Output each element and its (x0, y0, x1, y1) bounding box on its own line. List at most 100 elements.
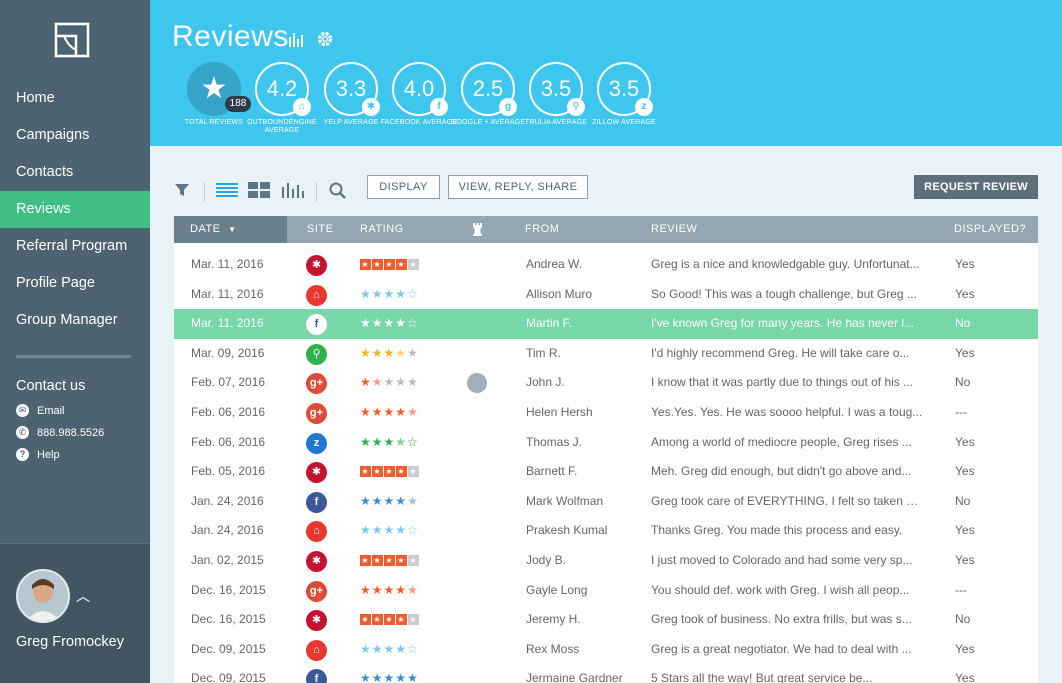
yelp-icon: ✱ (306, 610, 327, 632)
star-icon: ★ (395, 523, 408, 538)
star-icon: ☆ (407, 286, 419, 301)
table-row[interactable]: Feb. 06, 2016 z ★★★★☆ Thomas J. Among a worl… (174, 428, 1038, 458)
phone-link[interactable]: ✆ 888.988.5526 (16, 426, 104, 439)
displayed-status: No (955, 493, 971, 508)
filter-icon[interactable] (174, 182, 190, 198)
facebook-icon: f (306, 669, 327, 683)
review-excerpt[interactable]: I know that it was partly due to things … (651, 368, 923, 398)
stat-zillow-average[interactable]: 3.5 z ZILLOW AVERAGE (584, 62, 664, 127)
rook-icon (473, 223, 482, 236)
sidebar-item-referral-program[interactable]: Referral Program (0, 228, 150, 265)
review-excerpt[interactable]: I just moved to Colorado and had some ve… (651, 546, 923, 576)
chevron-up-icon[interactable]: ︿ (76, 586, 90, 606)
table-row[interactable]: Dec. 16, 2015 g+ ★★★★★ Gayle Long You should… (174, 576, 1038, 606)
page-title: Reviews (172, 20, 289, 53)
list-view-icon[interactable] (216, 182, 238, 198)
rating-column-header[interactable]: RATING (360, 216, 404, 243)
star-icon: ★ (395, 286, 408, 301)
table-row[interactable]: Jan. 24, 2016 ⌂ ★★★★☆ Prakesh Kumal Thanks G… (174, 516, 1038, 546)
table-row[interactable]: Feb. 07, 2016 g+ ★★★★★ John J. I know that i… (174, 368, 1038, 398)
review-excerpt[interactable]: I've known Greg for many years. He has n… (651, 309, 923, 339)
rating-box-icon: ★ (396, 614, 407, 626)
table-row[interactable]: Dec. 09, 2015 ⌂ ★★★★☆ Rex Moss Greg is a gre… (174, 635, 1038, 665)
view-reply-share-button[interactable]: VIEW, REPLY, SHARE (448, 175, 588, 199)
from-column-header[interactable]: FROM (525, 216, 559, 243)
sidebar-item-campaigns[interactable]: Campaigns (0, 117, 150, 154)
date-column-header[interactable]: DATE ▼ (174, 216, 287, 243)
star-icon: ☆ (407, 641, 419, 656)
site-column-header[interactable]: SITE (307, 216, 333, 243)
displayed-status: Yes (955, 345, 975, 360)
table-row[interactable]: Mar. 09, 2016 ⚲ ★★★★★ Tim R. I'd highly reco… (174, 339, 1038, 369)
review-excerpt[interactable]: Thanks Greg. You made this process and e… (651, 516, 923, 546)
star-icon: ★ (383, 286, 396, 301)
review-excerpt[interactable]: Greg took care of EVERYTHING. I felt so … (651, 487, 923, 517)
table-row[interactable]: Jan. 24, 2016 f ★★★★★ Mark Wolfman Greg took… (174, 487, 1038, 517)
review-excerpt[interactable]: Greg is a nice and knowledgable guy. Unf… (651, 250, 923, 280)
stat-circle: ★ 188 (187, 62, 251, 116)
table-row[interactable]: Feb. 05, 2016 ✱ ★ ★ ★ ★ ★ Barnett F. Meh. Greg d… (174, 457, 1038, 487)
review-excerpt[interactable]: I'd highly recommend Greg. He will take … (651, 339, 923, 369)
display-button[interactable]: DISPLAY (367, 175, 440, 199)
displayed-column-header[interactable]: DISPLAYED? (954, 216, 1026, 243)
reviewer-name: Barnett F. (526, 464, 578, 479)
table-row[interactable]: Mar. 11, 2016 ✱ ★ ★ ★ ★ ★ Andrea W. Greg is a ni… (174, 250, 1038, 280)
star-icon: ★ (383, 345, 396, 360)
yelp-icon: ✱ (306, 550, 327, 572)
star-icon: ★ (371, 493, 384, 508)
sidebar-item-contacts[interactable]: Contacts (0, 154, 150, 191)
star-rating: ★★★★☆ (360, 428, 419, 458)
review-column-header[interactable]: REVIEW (651, 216, 697, 243)
review-excerpt[interactable]: You should def. work with Greg. I wish a… (651, 576, 923, 606)
toolbar-divider (204, 182, 205, 202)
table-row[interactable]: Jan. 02, 2015 ✱ ★ ★ ★ ★ ★ Jody B. I just moved t… (174, 546, 1038, 576)
review-excerpt[interactable]: Greg is a great negotiator. We had to de… (651, 635, 923, 665)
stat-label: ZILLOW AVERAGE (592, 119, 656, 126)
review-excerpt[interactable]: Meh. Greg did enough, but didn't go abov… (651, 457, 923, 487)
sidebar: Home Campaigns Contacts Reviews Referral Pro… (0, 0, 150, 683)
stat-facebook-average[interactable]: 4.0 f FACEBOOK AVERAGE (379, 62, 459, 127)
review-excerpt[interactable]: So Good! This was a tough challenge, but… (651, 280, 923, 310)
star-rating: ★★★★★ (360, 368, 419, 398)
review-excerpt[interactable]: Greg took of business. No extra frills, … (651, 605, 923, 635)
grid-view-icon[interactable] (248, 182, 270, 198)
flag-column-header[interactable] (472, 223, 483, 239)
logo-icon[interactable] (54, 22, 90, 58)
reviewer-name: Tim R. (526, 345, 561, 360)
review-excerpt[interactable]: Yes.Yes. Yes. He was soooo helpful. I wa… (651, 398, 923, 428)
stat-outboundengine-average[interactable]: 4.2 ⌂ OUTBOUNDENGINE AVERAGE (242, 62, 322, 135)
help-link[interactable]: ? Help (16, 448, 60, 461)
review-date: Mar. 09, 2016 (191, 345, 265, 360)
request-review-button[interactable]: REQUEST REVIEW (914, 175, 1038, 199)
reviewer-name: Gayle Long (526, 582, 588, 597)
displayed-status: --- (955, 582, 967, 597)
sidebar-item-group-manager[interactable]: Group Manager (0, 302, 150, 339)
rook-flag-icon[interactable] (467, 373, 487, 394)
review-excerpt[interactable]: 5 Stars all the way! But great service b… (651, 664, 923, 683)
table-row[interactable]: Dec. 09, 2015 f ★★★★★ Jermaine Gardner 5 Sta… (174, 664, 1038, 683)
chart-view-icon[interactable] (281, 182, 305, 198)
email-link[interactable]: ✉ Email (16, 404, 65, 417)
table-row[interactable]: Feb. 06, 2016 g+ ★★★★★ Helen Hersh Yes.Yes. … (174, 398, 1038, 428)
contact-us-title: Contact us (16, 378, 86, 394)
star-rating: ★★★★☆ (360, 280, 419, 310)
search-icon[interactable] (329, 182, 346, 199)
bar-chart-icon[interactable] (288, 31, 306, 47)
sort-down-icon: ▼ (228, 225, 237, 234)
sidebar-item-profile-page[interactable]: Profile Page (0, 265, 150, 302)
sidebar-item-home[interactable]: Home (0, 80, 150, 117)
sidebar-item-reviews[interactable]: Reviews (0, 191, 150, 228)
table-row[interactable]: Dec. 16, 2015 ✱ ★ ★ ★ ★ ★ Jeremy H. Greg took of… (174, 605, 1038, 635)
star-icon: ★ (407, 582, 419, 597)
rating-box-icon: ★ (408, 614, 419, 626)
date-header-label: DATE (190, 223, 221, 235)
table-row[interactable]: Mar. 11, 2016 f ★★★★☆ Martin F. I've known G… (174, 309, 1038, 339)
table-header: DATE ▼ SITE RATING FROM REVIEW DISPLAYED… (174, 216, 1038, 243)
gear-icon[interactable] (316, 30, 334, 48)
review-excerpt[interactable]: Among a world of mediocre people, Greg r… (651, 428, 923, 458)
star-icon: ★ (395, 671, 408, 683)
toolbar: DISPLAY VIEW, REPLY, SHARE REQUEST REVIE… (150, 146, 1062, 216)
avatar[interactable] (16, 569, 70, 623)
table-row[interactable]: Mar. 11, 2016 ⌂ ★★★★☆ Allison Muro So Good! … (174, 280, 1038, 310)
reviewer-name: Helen Hersh (526, 404, 593, 419)
